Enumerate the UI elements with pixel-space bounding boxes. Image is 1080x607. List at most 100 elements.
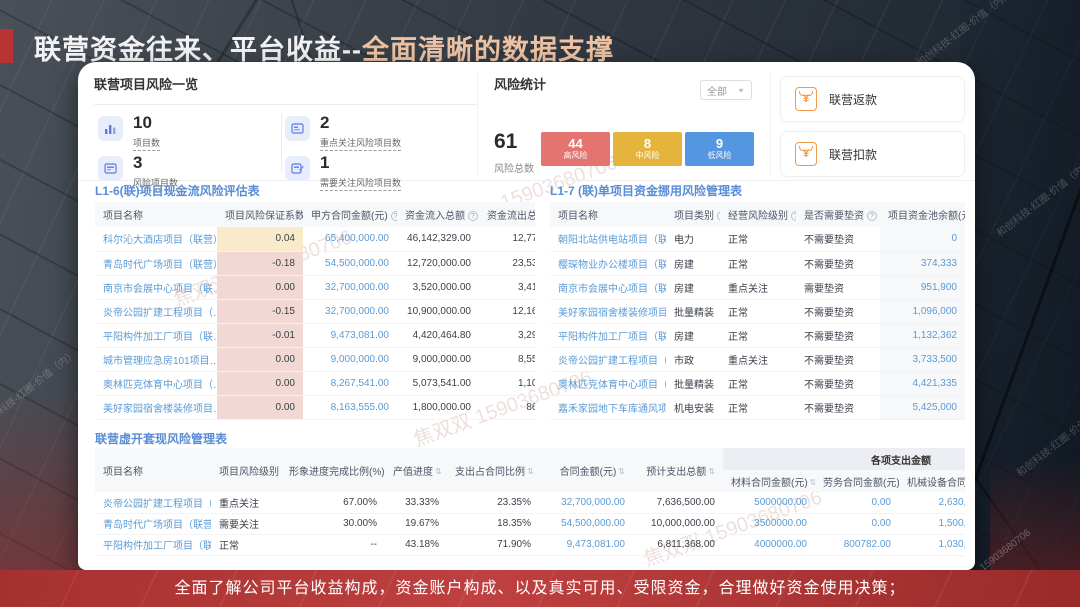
table-row: 青岛时代广场项目（联营）-0.1854,500,000.0012,720,000…: [95, 251, 535, 275]
footer-bar: 全面了解公司平台收益构成，资金账户构成、以及真实可用、受限资金，合理做好资金使用…: [0, 570, 1080, 607]
table-cell: 9,000,000.00: [303, 347, 397, 371]
project-link[interactable]: 朝阳北站供电站项目（联…: [558, 235, 666, 246]
stat-value: 2: [320, 113, 329, 132]
filter-value: 全部: [707, 83, 727, 98]
table-cell: 7,636,500.00: [633, 492, 723, 513]
risk-level-box[interactable]: 9低风险: [685, 132, 754, 166]
column-header[interactable]: 机械设备合同金额(元)⇅: [899, 470, 965, 492]
project-link[interactable]: 平阳构件加工厂项目（联…: [103, 332, 217, 343]
table-cell: 嘉禾家园地下车库通风项…: [550, 395, 666, 419]
flag-card-icon: [285, 116, 310, 141]
sort-icon: ⇅: [810, 478, 815, 487]
table-row: 青岛时代广场项目（联营）需要关注30.00%19.67%18.35%54,500…: [95, 513, 965, 534]
table-cell: 0.00: [815, 513, 899, 534]
project-link[interactable]: 南京市会展中心项目（联…: [103, 284, 217, 295]
project-link[interactable]: 美好家园宿舍楼装修项目…: [558, 308, 666, 319]
table-cell: 54,500,000.00: [303, 251, 397, 275]
cashflow-risk-table: 项目名称项目风险保证系数?⇅甲方合同金额(元)?⇅资金流入总额?⇅资金流出总额?…: [95, 202, 535, 422]
action-card-联营返款[interactable]: ¥联营返款: [780, 76, 965, 122]
table-cell: 800782.00: [815, 534, 899, 555]
project-link[interactable]: 南京市会展中心项目（联…: [558, 284, 666, 295]
misuse-table-title: L1-7 (联)单项目资金挪用风险管理表: [550, 182, 742, 199]
column-header[interactable]: 材料合同金额(元)⇅: [723, 470, 815, 492]
stat-label-link[interactable]: 需要关注风险项目数: [320, 176, 401, 191]
project-link[interactable]: 奥林匹克体育中心项目（…: [103, 380, 217, 391]
table-row: 美好家园宿舍楼装修项目…批量精装正常不需要垫资1,096,000: [550, 299, 965, 323]
risk-level-count: 9: [685, 137, 754, 151]
table-cell: 9,000,000.00: [397, 347, 479, 371]
project-link[interactable]: 城市管理应急房101项目…: [103, 356, 217, 367]
table-cell: 批量精装: [666, 299, 720, 323]
table-row: 嘉禾家园地下车库通风项…机电安装正常不需要垫资5,425,000: [550, 395, 965, 419]
project-link[interactable]: 奥林匹克体育中心项目（…: [558, 380, 666, 391]
column-header: 是否需要垫资?: [796, 202, 880, 227]
project-link[interactable]: 美好家园宿舍楼装修项目…: [103, 404, 217, 415]
action-label: 联营扣款: [829, 146, 877, 163]
project-link[interactable]: 青岛时代广场项目（联营）: [103, 260, 217, 271]
table-cell: 12,166: [479, 299, 535, 323]
action-card-联营扣款[interactable]: ¥联营扣款: [780, 131, 965, 177]
table-cell: 市政: [666, 347, 720, 371]
risk-level-box[interactable]: 44高风险: [541, 132, 610, 166]
invoice-table-title: 联营虚开套现风险管理表: [95, 430, 227, 447]
project-link[interactable]: 科尔沁大酒店项目（联营）: [103, 235, 217, 246]
fund-misuse-table: 项目名称项目类别?经营风险级别?是否需要垫资?项目资金池余额(元)(元)?朝阳北…: [550, 202, 965, 422]
table-row: 平阳构件加工厂项目（联营）正常--43.18%71.90%9,473,081.0…: [95, 534, 965, 555]
table-cell: 不需要垫资: [796, 395, 880, 419]
table-cell: 1,500,000: [899, 513, 965, 534]
risk-total-value: 61: [494, 130, 517, 154]
project-link[interactable]: 炎帝公园扩建工程项目（…: [103, 308, 217, 319]
column-header[interactable]: 支出占合同比例⇅: [447, 448, 539, 492]
table-row: 樱琛物业办公楼项目（联…房建正常不需要垫资374,333: [550, 251, 965, 275]
table-cell: 需要关注: [211, 513, 281, 534]
table-row: 科尔沁大酒店项目（联营）0.0465,400,000.0046,142,329.…: [95, 227, 535, 251]
stat-label-link[interactable]: 项目数: [133, 136, 160, 151]
table-cell: 32,700,000.00: [303, 299, 397, 323]
column-header[interactable]: 资金流入总额?⇅: [397, 202, 479, 227]
table-cell: 23.35%: [447, 492, 539, 513]
page-title-highlight: 全面清晰的数据支撑: [362, 35, 614, 65]
info-icon: ?: [468, 211, 478, 221]
project-link[interactable]: 炎帝公园扩建工程项目（联…: [103, 499, 211, 510]
table-cell: 电力: [666, 227, 720, 251]
column-header: 形象进度完成比例(%): [281, 448, 385, 492]
table-cell: 10,000,000.00: [633, 513, 723, 534]
risk-level-box[interactable]: 8中风险: [613, 132, 682, 166]
column-header[interactable]: 劳务合同金额(元)⇅: [815, 470, 899, 492]
table-cell: 0.00: [217, 371, 303, 395]
project-link[interactable]: 青岛时代广场项目（联营）: [103, 520, 211, 531]
table-cell: 32,700,000.00: [303, 275, 397, 299]
table-cell: 9,473,081.00: [303, 323, 397, 347]
stat-label-link[interactable]: 重点关注风险项目数: [320, 136, 401, 151]
table-cell: 平阳构件加工厂项目（联营）: [95, 534, 211, 555]
table-cell: 866: [479, 395, 535, 419]
column-header[interactable]: 甲方合同金额(元)?⇅: [303, 202, 397, 227]
column-header[interactable]: 资金流出总额?⇅: [479, 202, 535, 227]
table-cell: 4,420,464.80: [397, 323, 479, 347]
column-header: 项目名称: [95, 448, 211, 492]
column-header[interactable]: 项目风险保证系数?⇅: [217, 202, 303, 227]
table-cell: 南京市会展中心项目（联…: [95, 275, 217, 299]
table-cell: 青岛时代广场项目（联营）: [95, 513, 211, 534]
column-header[interactable]: 预计支出总额⇅: [633, 448, 723, 492]
stat-item: 10项目数: [94, 114, 281, 144]
table-row: 南京市会展中心项目（联…0.0032,700,000.003,520,000.0…: [95, 275, 535, 299]
project-link[interactable]: 樱琛物业办公楼项目（联…: [558, 260, 666, 271]
table-cell: 0.00: [217, 347, 303, 371]
risk-stats-title: 风险统计: [494, 74, 546, 93]
project-link[interactable]: 平阳构件加工厂项目（联…: [558, 332, 666, 343]
table-row: 平阳构件加工厂项目（联…-0.019,473,081.004,420,464.8…: [95, 323, 535, 347]
watermark: 和创科技-红圈-价值（内）: [0, 346, 79, 430]
table-cell: 18.35%: [447, 513, 539, 534]
table-cell: 71.90%: [447, 534, 539, 555]
table-cell: 不需要垫资: [796, 299, 880, 323]
project-link[interactable]: 炎帝公园扩建工程项目（…: [558, 356, 666, 367]
dashboard-panel: 焦双双 15903680706 15903680706 焦双双 15903680…: [78, 62, 975, 570]
table-cell: 正常: [720, 299, 796, 323]
risk-stats-filter-dropdown[interactable]: 全部 ▼: [700, 80, 752, 100]
project-link[interactable]: 平阳构件加工厂项目（联营）: [103, 541, 211, 552]
column-header: 项目类别?: [666, 202, 720, 227]
column-header[interactable]: 合同金额(元)⇅: [539, 448, 633, 492]
column-header[interactable]: 产值进度⇅: [385, 448, 447, 492]
project-link[interactable]: 嘉禾家园地下车库通风项…: [558, 404, 666, 415]
